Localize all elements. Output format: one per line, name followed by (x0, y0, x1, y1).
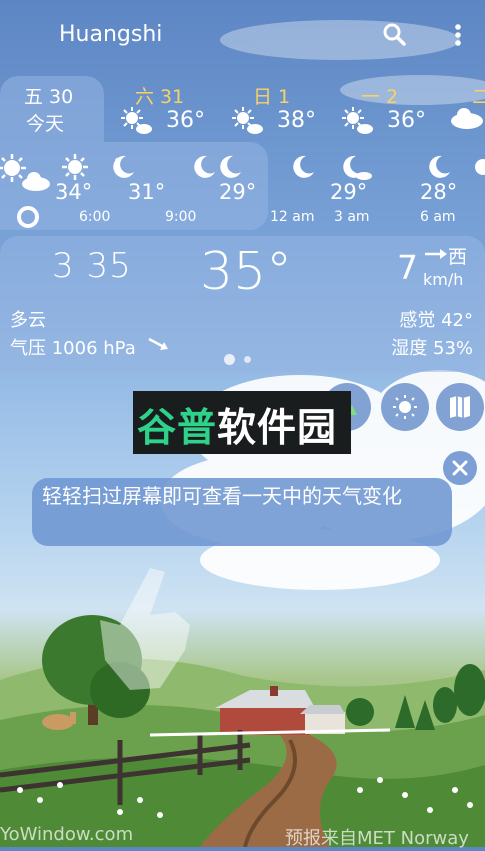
hourly-forecast-strip[interactable]: 34° 6:00 ✦ 31° 9:00 29° 12 am 29° 3 am 2… (0, 142, 485, 230)
pressure-text: 气压 1006 hPa (10, 338, 136, 359)
hour-time: 12 am (270, 209, 315, 225)
city-name[interactable]: Huangshi (59, 22, 162, 47)
day-temp: 38° (277, 108, 316, 133)
day-temp: 36° (166, 108, 205, 133)
app-bar: Huangshi (0, 0, 485, 72)
day-label: 六 31 (135, 86, 185, 108)
map-icon (449, 395, 471, 423)
day-item[interactable]: 六 31 36° (120, 76, 230, 142)
sun-icon (60, 152, 90, 182)
day-label: 一 2 (361, 86, 399, 108)
page-indicator (224, 350, 260, 369)
watermark-text: 谷普软件园 (137, 406, 338, 451)
hour-temp: 29° (219, 180, 257, 204)
hour-temp: 29° (330, 180, 368, 204)
more-vert-icon[interactable] (448, 22, 474, 48)
day-sub-label: 今天 (26, 113, 65, 135)
daily-forecast-strip[interactable]: 五 30 今天 六 31 36° 日 1 38° 一 2 36° 二 (0, 76, 485, 142)
watermark-logo: 谷普软件园 (133, 391, 351, 454)
day-temp: 36° (387, 108, 426, 133)
day-today[interactable]: 五 30 今天 (0, 76, 104, 142)
search-icon[interactable] (382, 22, 408, 48)
sun-icon (468, 152, 485, 182)
day-item[interactable]: 一 2 36° (341, 76, 451, 142)
swipe-hint-bubble: 轻轻扫过屏幕即可查看一天中的天气变化 (32, 478, 452, 546)
pressure-trend-icon (148, 336, 170, 352)
sun-cloud-icon (0, 152, 50, 191)
current-temperature: 35° (200, 242, 293, 302)
hour-time: 3 am (334, 209, 370, 225)
page-dot (244, 356, 251, 363)
page-dot-active (224, 354, 235, 365)
hint-text: 轻轻扫过屏幕即可查看一天中的天气变化 (42, 484, 402, 508)
hour-time: 6 am (420, 209, 456, 225)
moon-icon (288, 152, 318, 182)
current-time: 3 35 (52, 246, 132, 286)
svg-text:✦: ✦ (114, 156, 120, 164)
moon-icon (424, 152, 454, 182)
sun-cloud-icon (120, 106, 152, 134)
hour-temp: 28° (420, 180, 458, 204)
day-item[interactable]: 二 (448, 76, 485, 142)
weather-radar-icon (392, 394, 418, 424)
current-conditions-card[interactable]: 3 35 35° 7 西 km/h 多云 气压 1006 hPa 感觉 42° … (0, 236, 485, 372)
hour-temp: 31° (128, 180, 166, 204)
hour-time: 6:00 (79, 209, 111, 225)
cloud-icon (450, 106, 483, 134)
wind-arrow-icon (424, 246, 448, 260)
moon-icon: ✦ (108, 152, 138, 182)
sun-cloud-icon (231, 106, 263, 134)
condition-text: 多云 (10, 310, 46, 331)
day-item[interactable]: 日 1 38° (231, 76, 341, 142)
day-label: 日 1 (253, 86, 291, 108)
humidity-text: 湿度 53% (391, 338, 473, 359)
close-hint-button[interactable] (443, 451, 477, 485)
footer-source[interactable]: 预报来自MET Norway (285, 824, 469, 850)
hour-item[interactable] (468, 142, 485, 230)
day-label: 二 (472, 86, 485, 108)
hour-item[interactable]: ✦ 31° 9:00 (113, 142, 198, 230)
wind-direction: 西 (448, 246, 468, 268)
day-label: 五 30 (24, 86, 74, 108)
hour-time: 9:00 (165, 209, 197, 225)
map-button[interactable] (436, 383, 484, 431)
footer-brand[interactable]: YoWindow.com (0, 824, 133, 845)
hour-temp: 34° (55, 180, 93, 204)
sun-cloud-icon (341, 106, 373, 134)
moon-icon (338, 152, 372, 182)
moon-icon (189, 152, 241, 182)
wind-speed: 7 (397, 248, 418, 287)
feels-like-text: 感觉 42° (399, 310, 473, 331)
hour-item[interactable]: 29° 3 am (330, 142, 400, 230)
weather-radar-button[interactable] (381, 383, 429, 431)
wind-unit: km/h (423, 270, 464, 289)
close-icon (452, 460, 468, 480)
current-time-indicator[interactable] (17, 206, 39, 228)
